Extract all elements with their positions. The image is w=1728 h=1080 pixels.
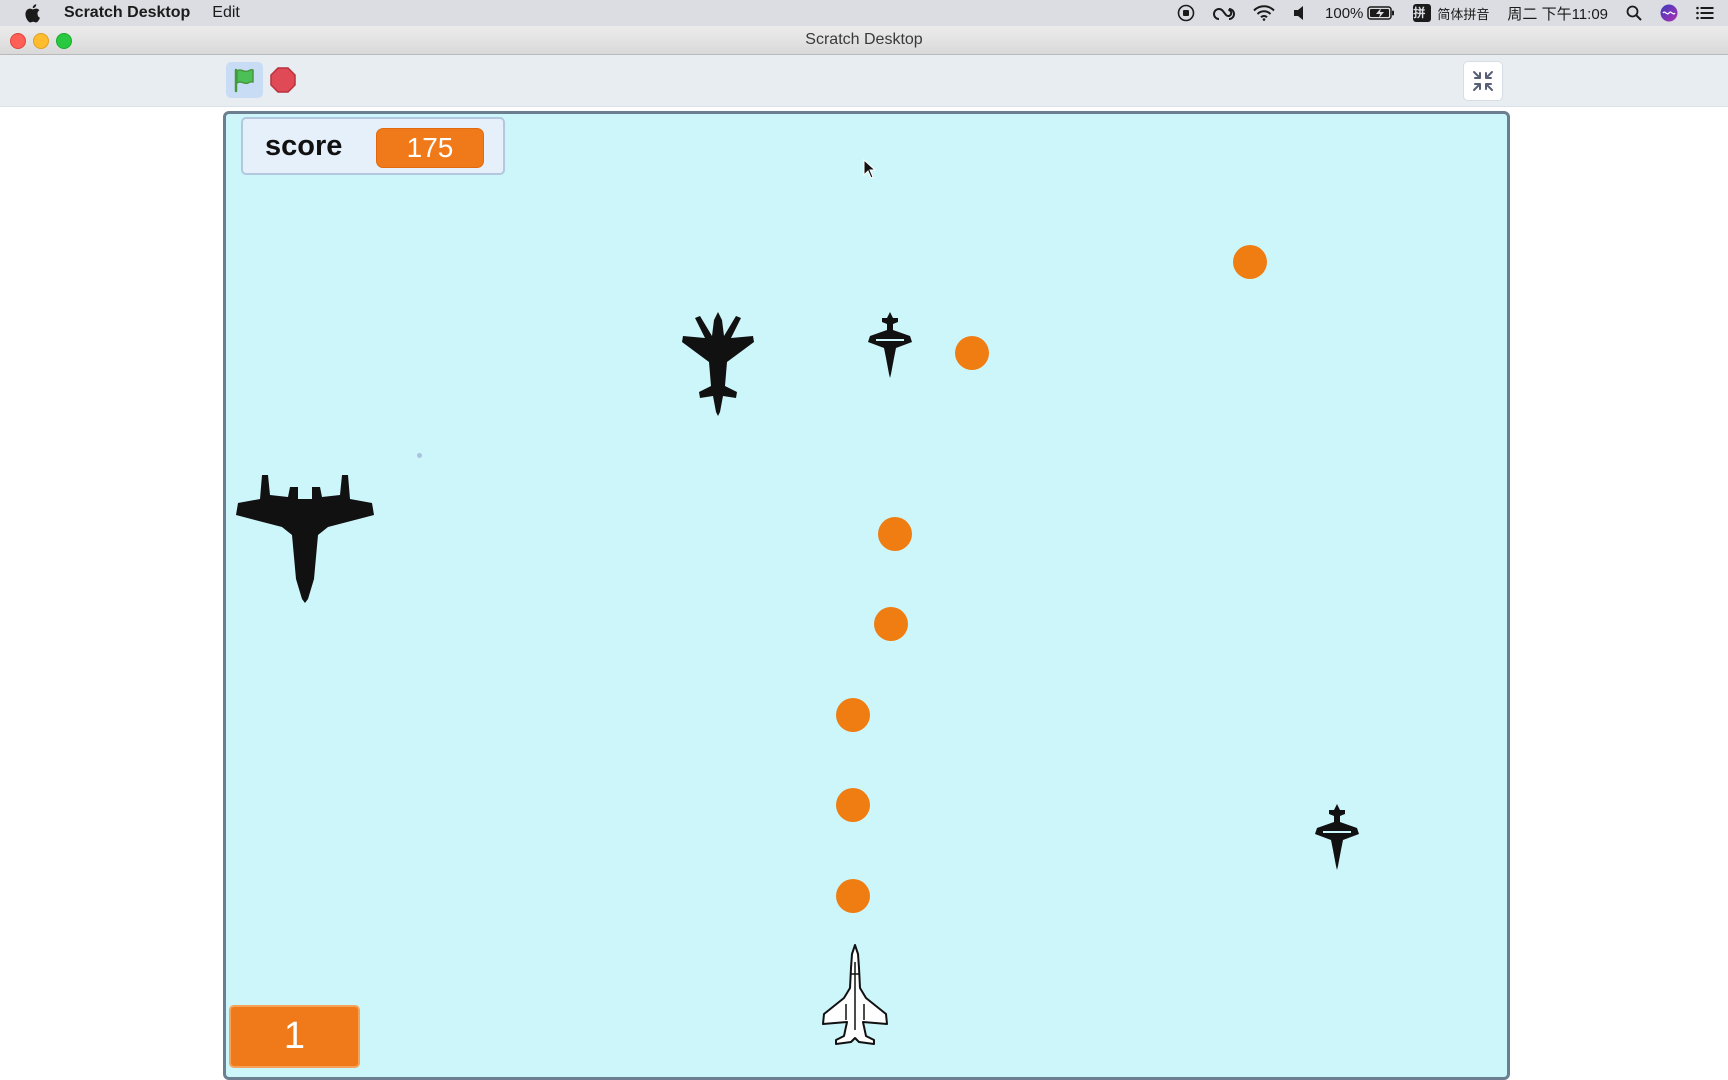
stage-header bbox=[0, 55, 1728, 107]
green-flag-icon bbox=[234, 68, 254, 93]
player-jet-sprite bbox=[822, 944, 888, 1045]
status-area: 100% 拼 简体拼音 周二 下午11:09 bbox=[1159, 0, 1714, 26]
window-zoom-button[interactable] bbox=[56, 33, 72, 49]
dust-particle bbox=[417, 453, 422, 458]
score-monitor-value: 175 bbox=[376, 128, 484, 168]
enemy-small-jet-sprite bbox=[1315, 804, 1359, 870]
enemy-jet-sprite bbox=[682, 312, 754, 416]
notification-center-icon[interactable] bbox=[1696, 6, 1714, 20]
window-title-bar[interactable]: Scratch Desktop bbox=[0, 26, 1728, 55]
battery-icon bbox=[1367, 6, 1395, 20]
battery-percent: 100% bbox=[1325, 4, 1364, 22]
bullet-sprite bbox=[836, 788, 870, 822]
creative-cloud-icon[interactable] bbox=[1213, 5, 1235, 21]
bullet-sprite bbox=[874, 607, 908, 641]
stop-button[interactable] bbox=[270, 67, 296, 93]
screen-record-icon[interactable] bbox=[1177, 4, 1195, 22]
clock[interactable]: 周二 下午11:09 bbox=[1507, 3, 1608, 24]
bullet-sprite bbox=[836, 879, 870, 913]
bullet-sprite bbox=[955, 336, 989, 370]
wifi-icon[interactable] bbox=[1253, 5, 1275, 21]
battery-status[interactable]: 100% bbox=[1325, 5, 1395, 22]
siri-icon[interactable] bbox=[1660, 4, 1678, 22]
green-flag-button[interactable] bbox=[226, 62, 263, 98]
mouse-cursor-icon bbox=[863, 159, 877, 179]
exit-fullscreen-button[interactable] bbox=[1463, 61, 1503, 101]
input-method[interactable]: 拼 简体拼音 bbox=[1413, 4, 1489, 23]
bullet-sprite bbox=[836, 698, 870, 732]
input-method-icon: 拼 bbox=[1413, 4, 1432, 22]
bullet-sprite bbox=[1233, 245, 1267, 279]
exit-fullscreen-icon bbox=[1473, 71, 1493, 91]
bullet-sprite bbox=[878, 517, 912, 551]
input-method-label: 简体拼音 bbox=[1437, 6, 1490, 22]
menu-edit[interactable]: Edit bbox=[212, 4, 240, 22]
stage[interactable]: score 175 1 bbox=[223, 111, 1510, 1080]
menu-app-name[interactable]: Scratch Desktop bbox=[64, 4, 190, 22]
large-variable-monitor: 1 bbox=[229, 1005, 360, 1068]
apple-menu-icon[interactable] bbox=[24, 3, 42, 23]
score-monitor: score 175 bbox=[241, 117, 505, 175]
window-close-button[interactable] bbox=[10, 33, 26, 49]
window-minimize-button[interactable] bbox=[33, 33, 49, 49]
menu-bar: Scratch Desktop Edit 100% 拼 简体拼音 周二 下午11… bbox=[0, 0, 1728, 26]
window-title: Scratch Desktop bbox=[805, 31, 923, 48]
score-monitor-label: score bbox=[265, 129, 343, 162]
enemy-small-jet-sprite bbox=[868, 312, 912, 378]
enemy-large-jet-sprite bbox=[236, 475, 374, 603]
volume-icon[interactable] bbox=[1293, 5, 1307, 21]
spotlight-search-icon[interactable] bbox=[1626, 5, 1642, 21]
stop-icon bbox=[270, 67, 296, 93]
